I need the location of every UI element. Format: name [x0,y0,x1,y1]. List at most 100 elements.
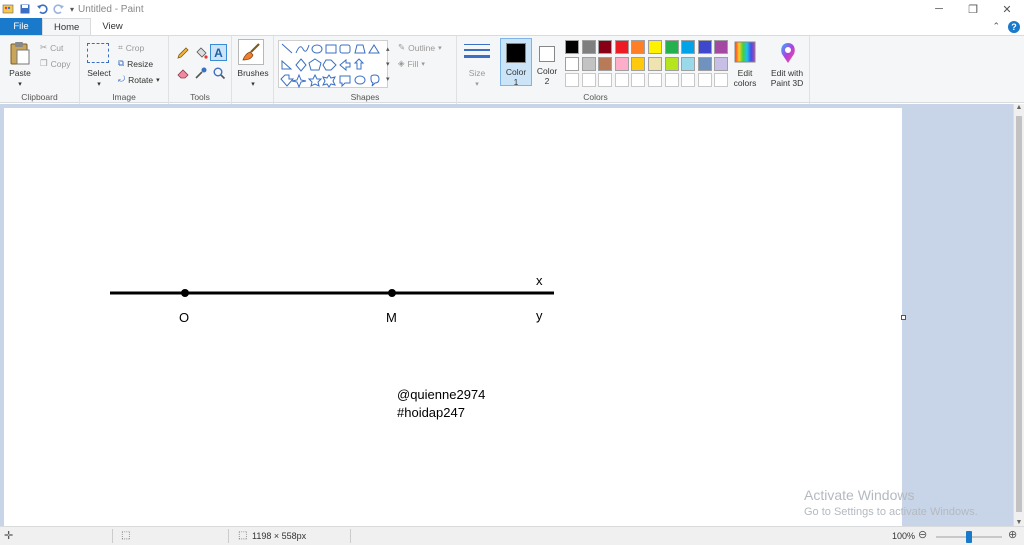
palette-swatch[interactable] [631,56,646,71]
color2-button[interactable]: Color 2 [533,38,561,86]
paste-icon[interactable] [9,40,31,66]
color1-button[interactable]: Color 1 [500,38,532,87]
text-tool-icon[interactable]: A [210,44,227,61]
color1-label-line1: Color [505,67,527,77]
zoom-level: 100% [892,531,916,541]
fill-button[interactable]: ◈ Fill ▾ [398,58,425,69]
palette-swatch[interactable] [664,40,679,54]
customize-quick-access-icon[interactable]: ▾ [70,5,74,14]
palette-swatch[interactable] [581,56,596,71]
edit-colors-icon[interactable] [734,40,756,64]
color-picker-icon[interactable] [194,66,208,80]
size-button[interactable]: Size ▾ [459,68,495,90]
paint3d-line1: Edit with [770,68,804,78]
palette-swatch[interactable] [664,56,679,71]
vertical-scrollbar[interactable]: ▲ ▼ [1013,104,1024,526]
edit-colors-button[interactable]: Edit colors [728,68,762,88]
edit-colors-line1: Edit [737,68,753,78]
image-group-label: Image [112,92,136,102]
zoom-slider-thumb[interactable] [966,531,972,543]
fill-icon: ◈ [398,58,405,68]
palette-swatch[interactable] [697,56,712,71]
palette-swatch[interactable] [714,40,729,54]
palette-custom-swatch[interactable] [614,73,629,88]
crop-button[interactable]: ⌗ Crop [118,42,144,53]
redo-icon[interactable] [53,3,65,15]
palette-custom-swatch[interactable] [598,73,613,88]
scroll-up-icon[interactable]: ▲ [1014,104,1024,111]
rotate-button[interactable]: ⤾ Rotate ▾ [118,74,160,85]
pencil-icon[interactable] [176,46,190,60]
paint3d-line2: Paint 3D [770,78,804,88]
canvas-resize-handle[interactable] [901,315,906,320]
edit-with-paint3d-button[interactable]: Edit with Paint 3D [766,68,808,88]
tab-view[interactable]: View [91,18,133,35]
close-button[interactable]: ✕ [990,0,1024,18]
palette-swatch[interactable] [681,56,696,71]
restore-button[interactable]: ❐ [956,0,990,18]
color1-swatch [506,43,526,63]
brushes-icon-frame[interactable] [238,39,264,65]
paint3d-logo [781,43,795,63]
color2-label-line1: Color [536,66,558,76]
save-icon[interactable] [19,3,31,15]
palette-swatch[interactable] [614,40,629,54]
size-group: Size ▾ [457,36,497,104]
palette-custom-swatch[interactable] [565,73,579,88]
color1-label-line2: 1 [513,77,519,87]
palette-swatch[interactable] [565,40,579,54]
collapse-ribbon-icon[interactable]: ⌃ [992,21,1000,32]
scrollbar-thumb[interactable] [1016,116,1022,512]
label-y: y [536,308,543,323]
select-icon[interactable] [87,43,109,63]
tab-file[interactable]: File [0,18,42,35]
selection-size-icon: ⬚ [121,530,131,541]
palette-custom-swatch[interactable] [714,73,729,88]
brushes-button[interactable]: Brushes ▾ [234,68,272,90]
magnifier-icon[interactable] [212,66,226,80]
palette-swatch[interactable] [598,40,613,54]
palette-custom-swatch[interactable] [664,73,679,88]
resize-button[interactable]: ⧉ Resize [118,58,153,69]
palette-custom-swatch[interactable] [648,73,662,88]
drawing-canvas[interactable]: O M x y @quienne2974 #hoidap247 [4,108,902,526]
tab-home[interactable]: Home [42,18,92,35]
palette-swatch[interactable] [631,40,646,54]
zoom-slider[interactable] [936,531,1002,543]
help-icon[interactable]: ? [1008,20,1020,33]
eraser-icon[interactable] [176,66,190,80]
shapes-scroll[interactable]: ▴ ▾ ▾ [386,42,390,87]
paste-button[interactable]: Paste ▾ [4,68,36,90]
undo-icon[interactable] [36,3,48,15]
palette-swatch[interactable] [697,40,712,54]
palette-swatch[interactable] [614,56,629,71]
palette-custom-swatch[interactable] [631,73,646,88]
palette-swatch[interactable] [681,40,696,54]
palette-swatch[interactable] [565,56,579,71]
palette-custom-swatch[interactable] [581,73,596,88]
palette-swatch[interactable] [648,40,662,54]
copy-button[interactable]: ❐ Copy [40,58,70,69]
size-lines-icon[interactable] [464,42,490,62]
shapes-gallery[interactable] [278,40,388,89]
palette-custom-swatch[interactable] [681,73,696,88]
resize-icon: ⧉ [118,58,125,68]
minimize-button[interactable]: ─ [922,0,956,18]
zoom-out-button[interactable]: ⊖ [918,528,927,541]
palette-swatch[interactable] [581,40,596,54]
label-m: M [386,310,397,325]
paint3d-icon[interactable] [776,41,800,65]
scroll-down-icon[interactable]: ▼ [1014,519,1024,526]
zoom-in-button[interactable]: ⊕ [1008,528,1017,541]
palette-swatch[interactable] [648,56,662,71]
fill-bucket-icon[interactable] [194,46,208,60]
status-divider-3 [350,529,351,543]
paint-app-icon[interactable] [2,3,14,15]
outline-button[interactable]: ✎ Outline ▾ [398,42,442,53]
palette-swatch[interactable] [598,56,613,71]
palette-custom-swatch[interactable] [697,73,712,88]
palette-swatch[interactable] [714,56,729,71]
select-button[interactable]: Select ▾ [82,68,116,90]
hashtag: #hoidap247 [397,405,465,420]
cut-button[interactable]: ✂ Cut [40,42,63,53]
